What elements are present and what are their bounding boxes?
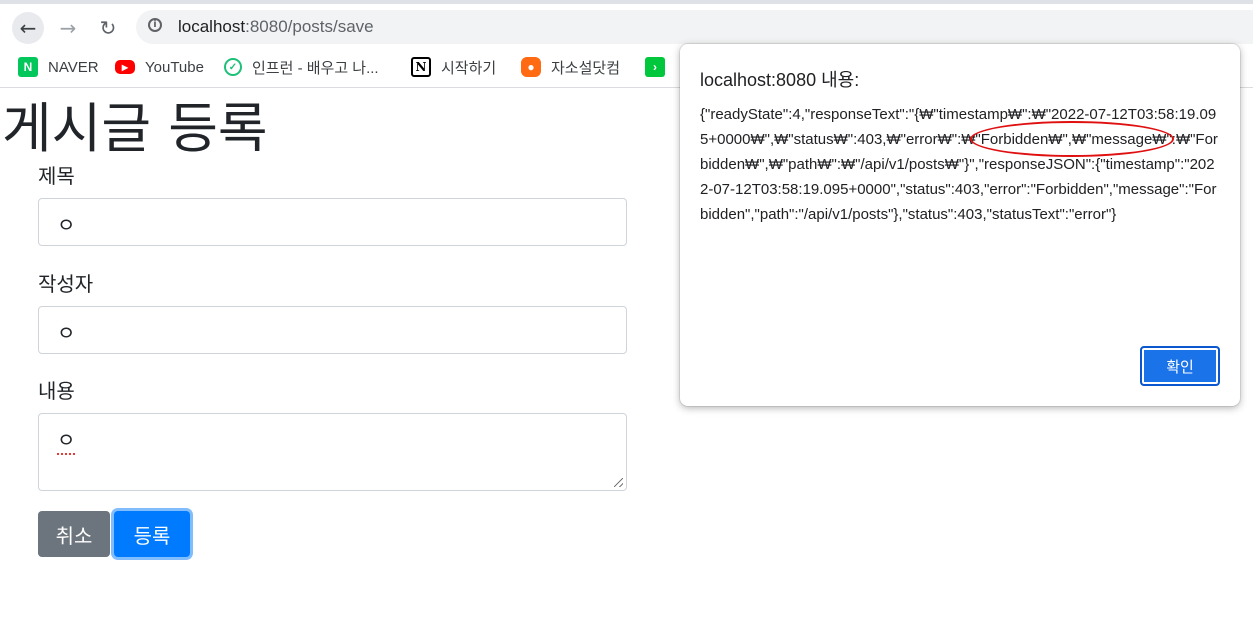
bookmark-partial[interactable]: › <box>645 56 675 78</box>
address-bar[interactable]: i localhost:8080/posts/save <box>136 10 1253 44</box>
bookmark-green-icon: › <box>645 57 665 77</box>
bookmark-label: 인프런 - 배우고 나... <box>252 59 379 77</box>
content-label: 내용 <box>38 379 75 403</box>
jasoseol-icon: ● <box>521 57 541 77</box>
naver-icon: N <box>18 57 38 77</box>
status-annotation-circle <box>970 121 1174 157</box>
notion-icon: N <box>411 57 431 77</box>
bookmark-naver[interactable]: N NAVER <box>18 56 99 78</box>
submit-button[interactable]: 등록 <box>114 511 190 557</box>
author-input[interactable]: ㅇ <box>38 306 627 354</box>
title-input[interactable]: ㅇ <box>38 198 627 246</box>
browser-toolbar: ← → ↻ i localhost:8080/posts/save <box>0 0 1253 48</box>
bookmark-youtube[interactable]: ▶ YouTube <box>115 56 204 78</box>
url-host: localhost <box>178 17 246 36</box>
bookmark-inflearn[interactable]: ✓ 인프런 - 배우고 나... <box>224 56 379 78</box>
alert-dialog: localhost:8080 내용: {"readyState":4,"resp… <box>680 44 1240 406</box>
resize-handle-icon[interactable] <box>614 478 623 487</box>
youtube-icon: ▶ <box>115 60 135 74</box>
bookmark-jasoseol[interactable]: ● 자소설닷컴 <box>521 56 620 78</box>
url-path: :8080/posts/save <box>245 17 374 36</box>
content-textarea[interactable]: ㅇ <box>38 413 627 491</box>
ok-button[interactable]: 확인 <box>1140 346 1220 386</box>
bookmark-label: 자소설닷컴 <box>551 59 621 77</box>
bookmark-notion[interactable]: N 시작하기 <box>411 56 496 78</box>
spellcheck-underline <box>57 449 75 455</box>
reload-icon[interactable]: ↻ <box>92 12 124 44</box>
bookmark-label: YouTube <box>145 58 204 76</box>
dialog-message: {"readyState":4,"responseText":"{₩"times… <box>700 106 1218 223</box>
url-text[interactable]: localhost:8080/posts/save <box>178 17 374 37</box>
page-title: 게시글 등록 <box>2 97 268 160</box>
title-input-value: ㅇ <box>57 213 76 237</box>
bookmark-label: NAVER <box>48 58 99 76</box>
site-info-icon[interactable]: i <box>148 18 162 32</box>
forward-arrow-icon[interactable]: → <box>52 12 84 44</box>
inflearn-icon: ✓ <box>224 58 242 76</box>
author-label: 작성자 <box>38 272 94 296</box>
author-input-value: ㅇ <box>57 321 76 345</box>
back-arrow-icon[interactable]: ← <box>12 12 44 44</box>
cancel-button[interactable]: 취소 <box>38 511 110 557</box>
dialog-title: localhost:8080 내용: <box>700 70 860 90</box>
title-label: 제목 <box>38 164 75 188</box>
bookmark-label: 시작하기 <box>441 59 497 77</box>
